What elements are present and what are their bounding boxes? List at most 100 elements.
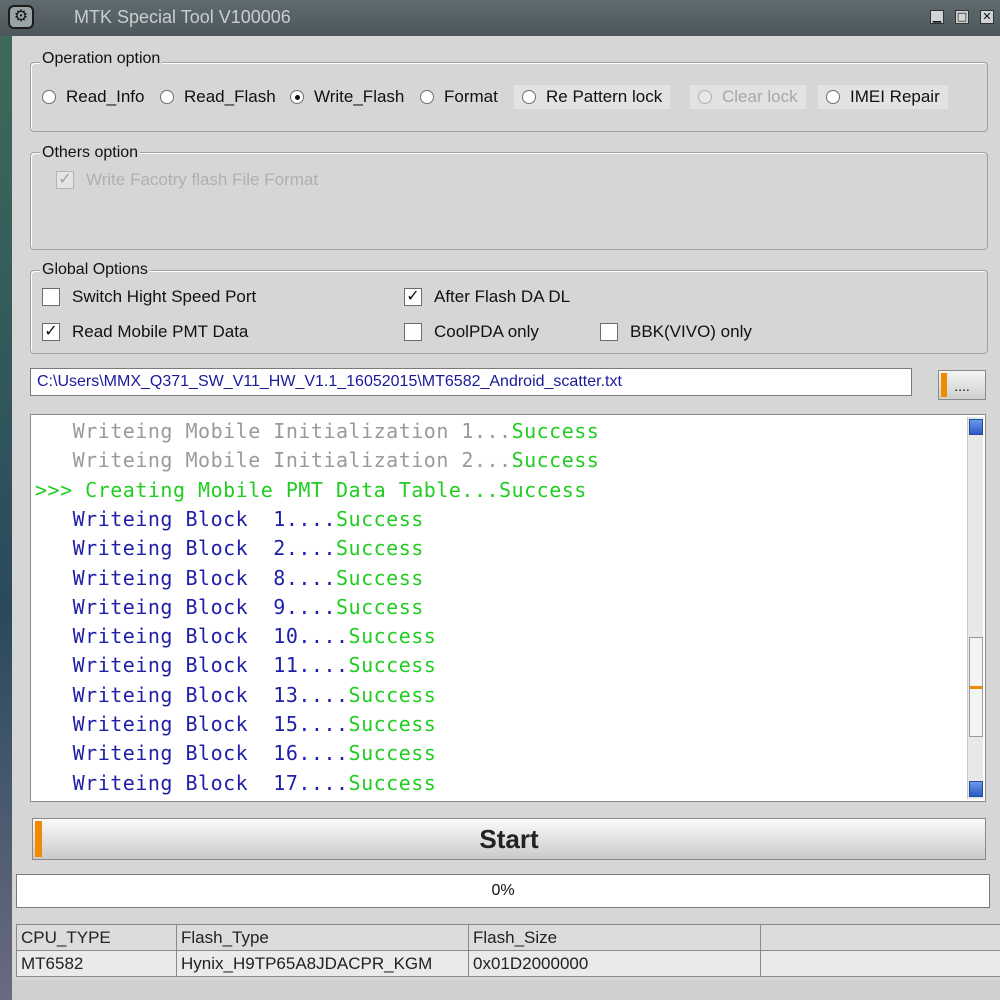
log-status: Success xyxy=(499,477,587,502)
log-line: Writeing Block 11....Success xyxy=(35,653,436,677)
radio-write-flash[interactable]: Write_Flash xyxy=(290,85,404,109)
maximize-icon[interactable]: □ xyxy=(955,10,969,24)
log-prefix xyxy=(35,712,73,736)
close-icon[interactable]: ✕ xyxy=(980,10,994,24)
log-line: Writeing Block 10....Success xyxy=(35,624,436,648)
checkbox-switch-speed-port[interactable]: Switch Hight Speed Port xyxy=(42,285,256,309)
log-prefix xyxy=(35,683,73,707)
cell-cpu-type: MT6582 xyxy=(16,950,177,977)
log-prefix xyxy=(35,653,73,677)
checkbox-label: CoolPDA only xyxy=(434,322,539,341)
start-button[interactable]: Start xyxy=(32,818,986,860)
radio-indicator xyxy=(42,90,56,104)
log-message: Writeing Block 8.... xyxy=(72,565,336,590)
cell-flash-type: Hynix_H9TP65A8JDACPR_KGM xyxy=(176,950,469,977)
log-prefix xyxy=(35,507,73,531)
checkbox-label: Switch Hight Speed Port xyxy=(72,287,257,306)
radio-indicator xyxy=(826,90,840,104)
scatter-file-path-input[interactable]: C:\Users\MMX_Q371_SW_V11_HW_V1.1_1605201… xyxy=(30,368,912,396)
others-option-legend: Others option xyxy=(40,144,141,162)
table-row: MT6582 Hynix_H9TP65A8JDACPR_KGM 0x01D200… xyxy=(16,950,1000,977)
log-status: Success xyxy=(336,536,424,561)
checkbox-indicator xyxy=(600,323,618,341)
checkbox-label: After Flash DA DL xyxy=(434,287,571,306)
log-message: Writeing Block 17.... xyxy=(72,770,349,795)
device-info-table: CPU_TYPE Flash_Type Flash_Size MT6582 Hy… xyxy=(16,924,1000,977)
operation-option-legend: Operation option xyxy=(40,50,163,68)
progress-text: 0% xyxy=(491,882,515,899)
log-prefix xyxy=(35,536,73,560)
radio-label: Write_Flash xyxy=(314,87,405,106)
log-message: Writeing Block 9.... xyxy=(72,594,336,619)
log-status: Success xyxy=(348,741,437,766)
header-empty xyxy=(760,924,1000,951)
log-line: Writeing Block 1....Success xyxy=(35,507,424,531)
header-cpu-type: CPU_TYPE xyxy=(16,924,177,951)
log-output[interactable]: Writeing Mobile Initialization 1...Succe… xyxy=(30,414,986,802)
minimize-icon[interactable]: ▁ xyxy=(930,10,944,24)
log-prefix xyxy=(35,566,73,590)
checkbox-write-factory-format: ✓ Write Facotry flash File Format xyxy=(56,168,318,192)
log-status: Success xyxy=(336,594,424,619)
log-prefix xyxy=(35,448,73,472)
content-area: Operation option Read_Info Read_Flash Wr… xyxy=(12,36,1000,1000)
checkbox-label: BBK(VIVO) only xyxy=(630,322,752,341)
log-message: Writeing Block 13.... xyxy=(72,682,349,707)
radio-read-flash[interactable]: Read_Flash xyxy=(160,85,276,109)
app-logo-icon[interactable]: ⚙ xyxy=(8,5,34,29)
radio-re-pattern-lock[interactable]: Re Pattern lock xyxy=(514,85,671,109)
log-message: Writeing Mobile Initialization 2... xyxy=(72,448,512,473)
log-status: Success xyxy=(348,624,437,649)
radio-indicator xyxy=(522,90,536,104)
radio-label: IMEI Repair xyxy=(850,87,940,106)
browse-button[interactable]: .... xyxy=(938,370,986,400)
log-line: Writeing Mobile Initialization 2...Succe… xyxy=(35,448,599,472)
radio-imei-repair[interactable]: IMEI Repair xyxy=(818,85,948,109)
log-status: Success xyxy=(348,653,437,678)
checkbox-read-mobile-pmt[interactable]: ✓ Read Mobile PMT Data xyxy=(42,320,248,344)
background-strip xyxy=(0,36,12,1000)
main-window: ⚙ MTK Special Tool V100006 ▁ □ ✕ Operati… xyxy=(0,0,1000,1000)
cell-empty xyxy=(760,950,1000,977)
global-options-legend: Global Options xyxy=(40,261,150,279)
log-status: Success xyxy=(348,682,437,707)
log-line: >>> Creating Mobile PMT Data Table...Suc… xyxy=(35,478,587,502)
checkbox-indicator xyxy=(42,288,60,306)
log-status: Success xyxy=(336,506,424,531)
log-line: Writeing Block 15....Success xyxy=(35,712,436,736)
checkbox-bbk-vivo-only[interactable]: BBK(VIVO) only xyxy=(600,320,752,344)
log-line: Writeing Block 8....Success xyxy=(35,566,424,590)
radio-label: Read_Flash xyxy=(184,87,276,106)
radio-label: Re Pattern lock xyxy=(546,87,663,106)
log-status: Success xyxy=(348,712,437,736)
window-title: MTK Special Tool V100006 xyxy=(74,7,291,27)
checkbox-indicator: ✓ xyxy=(42,323,60,341)
log-message: Writeing Block 2.... xyxy=(72,536,336,561)
log-line: Writeing Block 2....Success xyxy=(35,536,424,560)
progress-bar: 0% xyxy=(16,874,990,908)
radio-indicator-selected xyxy=(290,90,304,104)
radio-indicator xyxy=(420,90,434,104)
scroll-down-icon[interactable] xyxy=(969,781,983,797)
log-message: Writeing Block 15.... xyxy=(72,712,349,736)
scroll-up-icon[interactable] xyxy=(969,419,983,435)
log-message: Writeing Block 11.... xyxy=(72,653,349,678)
log-scrollbar[interactable] xyxy=(967,417,983,799)
radio-format[interactable]: Format xyxy=(420,85,498,109)
log-message: Writeing Block 10.... xyxy=(72,624,349,649)
scroll-thumb[interactable] xyxy=(969,637,983,737)
title-bar[interactable]: ⚙ MTK Special Tool V100006 ▁ □ ✕ xyxy=(0,0,1000,36)
radio-read-info[interactable]: Read_Info xyxy=(42,85,144,109)
checkbox-coolpda-only[interactable]: CoolPDA only xyxy=(404,320,539,344)
checkbox-after-flash-da-dl[interactable]: ✓ After Flash DA DL xyxy=(404,285,570,309)
log-status: Success xyxy=(511,419,600,443)
log-line: Writeing Block 17....Success xyxy=(35,771,436,795)
log-status: Success xyxy=(348,770,437,795)
radio-label: Clear lock xyxy=(722,87,798,106)
header-flash-size: Flash_Size xyxy=(468,924,761,951)
radio-indicator xyxy=(160,90,174,104)
log-message: Writeing Block 16.... xyxy=(72,741,349,766)
checkbox-label: Write Facotry flash File Format xyxy=(86,170,319,189)
log-status: Success xyxy=(336,565,424,590)
log-prefix xyxy=(35,595,73,619)
